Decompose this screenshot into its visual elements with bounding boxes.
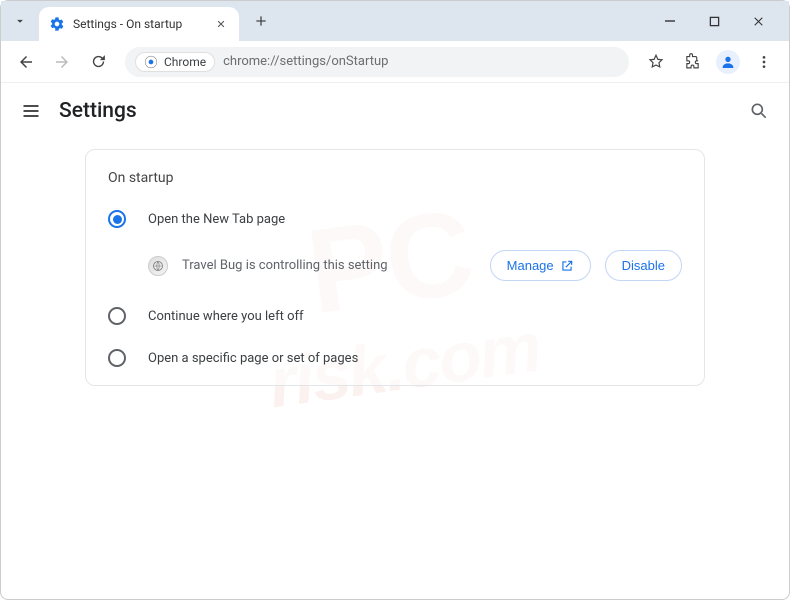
- chrome-logo-icon: [144, 55, 158, 69]
- menu-button[interactable]: [749, 47, 779, 77]
- settings-header: Settings: [1, 83, 789, 139]
- extension-notice-text: Travel Bug is controlling this setting: [182, 258, 476, 273]
- radio-selected[interactable]: [108, 210, 126, 228]
- option-label: Open the New Tab page: [148, 212, 285, 227]
- option-label: Open a specific page or set of pages: [148, 351, 358, 366]
- startup-option-specific-pages[interactable]: Open a specific page or set of pages: [86, 337, 704, 379]
- on-startup-card: On startup Open the New Tab page Travel …: [85, 149, 705, 386]
- disable-button[interactable]: Disable: [605, 250, 682, 281]
- site-chip[interactable]: Chrome: [135, 52, 215, 72]
- new-tab-button[interactable]: [247, 7, 275, 35]
- bookmark-button[interactable]: [641, 47, 671, 77]
- toolbar: Chrome chrome://settings/onStartup: [1, 41, 789, 83]
- content-area: On startup Open the New Tab page Travel …: [1, 139, 789, 386]
- settings-menu-button[interactable]: [21, 101, 41, 121]
- reload-button[interactable]: [83, 47, 113, 77]
- site-chip-label: Chrome: [164, 55, 206, 69]
- minimize-icon: [664, 15, 676, 27]
- profile-button[interactable]: [713, 47, 743, 77]
- globe-icon: [152, 260, 164, 272]
- arrow-left-icon: [17, 53, 35, 71]
- extension-notice-row: Travel Bug is controlling this setting M…: [86, 240, 704, 295]
- avatar: [716, 50, 740, 74]
- address-bar[interactable]: Chrome chrome://settings/onStartup: [125, 47, 629, 77]
- page-title: Settings: [59, 99, 137, 123]
- radio-unselected[interactable]: [108, 349, 126, 367]
- star-icon: [647, 53, 665, 71]
- search-tabs-button[interactable]: [7, 8, 33, 34]
- manage-label: Manage: [507, 258, 554, 273]
- back-button[interactable]: [11, 47, 41, 77]
- window-controls: [653, 7, 783, 35]
- extensions-button[interactable]: [677, 47, 707, 77]
- disable-label: Disable: [622, 258, 665, 273]
- close-icon: [752, 15, 765, 28]
- browser-tab[interactable]: Settings - On startup: [39, 7, 239, 41]
- search-icon: [749, 101, 769, 121]
- plus-icon: [254, 14, 268, 28]
- chevron-down-icon: [13, 14, 27, 28]
- close-window-button[interactable]: [741, 7, 775, 35]
- titlebar: Settings - On startup: [1, 1, 789, 41]
- forward-button[interactable]: [47, 47, 77, 77]
- puzzle-icon: [684, 53, 701, 70]
- maximize-icon: [709, 16, 720, 27]
- tab-title: Settings - On startup: [73, 17, 205, 31]
- maximize-button[interactable]: [697, 7, 731, 35]
- startup-option-continue[interactable]: Continue where you left off: [86, 295, 704, 337]
- person-icon: [720, 54, 736, 70]
- open-external-icon: [560, 259, 574, 273]
- radio-unselected[interactable]: [108, 307, 126, 325]
- minimize-button[interactable]: [653, 7, 687, 35]
- url-text: chrome://settings/onStartup: [223, 54, 388, 69]
- option-label: Continue where you left off: [148, 309, 304, 324]
- gear-icon: [49, 16, 65, 32]
- hamburger-icon: [21, 101, 41, 121]
- search-settings-button[interactable]: [749, 101, 769, 121]
- close-icon: [216, 19, 226, 29]
- manage-button[interactable]: Manage: [490, 250, 591, 281]
- reload-icon: [90, 53, 107, 70]
- tab-close-button[interactable]: [213, 16, 229, 32]
- startup-option-new-tab[interactable]: Open the New Tab page: [86, 198, 704, 240]
- arrow-right-icon: [53, 53, 71, 71]
- extension-icon: [148, 256, 168, 276]
- kebab-icon: [756, 54, 772, 70]
- section-title: On startup: [86, 156, 704, 198]
